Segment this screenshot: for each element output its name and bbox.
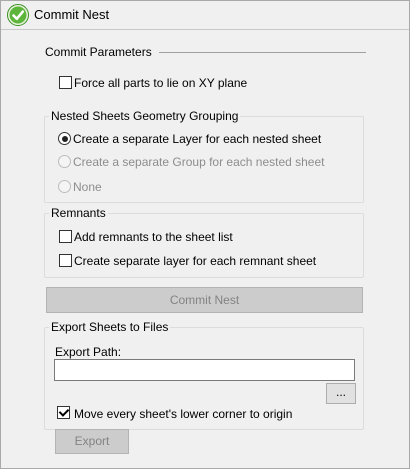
radio-layer-per-sheet[interactable] (58, 132, 71, 145)
radio-group-per-sheet[interactable] (58, 155, 71, 168)
separate-remnant-layer-checkbox[interactable] (59, 254, 72, 267)
check-circle-icon (7, 4, 29, 26)
panel-title: Commit Nest (34, 7, 110, 22)
heading-divider (159, 52, 366, 53)
radio-none-label: None (73, 180, 102, 194)
commit-nest-panel: Commit Nest Commit Parameters Force all … (0, 0, 410, 469)
add-remnants-checkbox[interactable] (59, 230, 72, 243)
commit-nest-button[interactable]: Commit Nest (46, 287, 363, 313)
commit-parameters-heading: Commit Parameters (45, 45, 152, 59)
export-button[interactable]: Export (55, 429, 129, 454)
remnants-title: Remnants (49, 206, 108, 220)
remnants-group (44, 213, 364, 278)
browse-button[interactable]: ... (326, 383, 356, 404)
add-remnants-label: Add remnants to the sheet list (74, 230, 233, 244)
move-to-origin-label: Move every sheet's lower corner to origi… (74, 407, 293, 421)
force-xy-checkbox[interactable] (59, 76, 72, 89)
separate-remnant-layer-label: Create separate layer for each remnant s… (74, 254, 317, 268)
move-to-origin-checkbox[interactable] (57, 406, 70, 419)
export-path-label: Export Path: (55, 345, 122, 359)
radio-none[interactable] (58, 180, 71, 193)
panel-titlebar: Commit Nest (1, 1, 409, 30)
radio-layer-per-sheet-label: Create a separate Layer for each nested … (73, 132, 322, 146)
export-path-input[interactable] (54, 359, 355, 381)
geometry-grouping-title: Nested Sheets Geometry Grouping (49, 109, 241, 123)
export-title: Export Sheets to Files (49, 320, 171, 334)
radio-group-per-sheet-label: Create a separate Group for each nested … (73, 155, 325, 169)
force-xy-label: Force all parts to lie on XY plane (74, 76, 248, 90)
